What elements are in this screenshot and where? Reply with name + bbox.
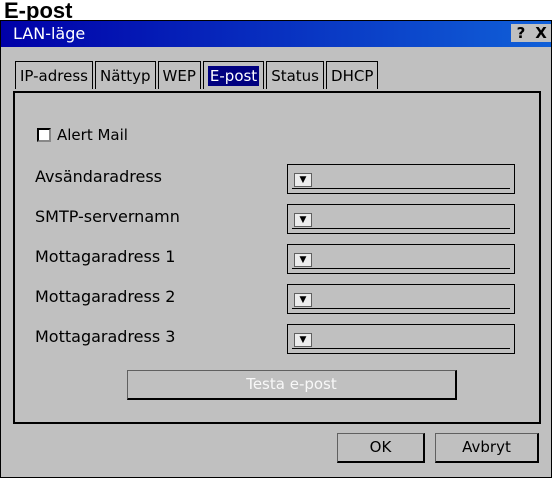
lan-mode-dialog: LAN-läge ? X IP-adress Nättyp WEP E-post… — [0, 20, 552, 478]
tab-status[interactable]: Status — [266, 61, 325, 89]
tab-label: WEP — [162, 67, 196, 85]
recipient-address-2-label: Mottagaradress 2 — [35, 287, 176, 306]
dropdown-arrow-icon[interactable]: ▼ — [294, 293, 312, 307]
tab-dhcp[interactable]: DHCP — [326, 61, 379, 89]
close-icon[interactable]: X — [531, 24, 551, 42]
tab-nattyp[interactable]: Nättyp — [94, 61, 156, 89]
dropdown-arrow-icon[interactable]: ▼ — [294, 253, 312, 267]
alert-mail-label: Alert Mail — [57, 126, 128, 144]
tab-label: IP-adress — [20, 67, 88, 85]
recipient-address-3-label: Mottagaradress 3 — [35, 327, 176, 346]
tab-ip-adress[interactable]: IP-adress — [15, 61, 93, 89]
recipient-address-1-label: Mottagaradress 1 — [35, 247, 176, 266]
dropdown-arrow-icon[interactable]: ▼ — [294, 333, 312, 347]
field-underline — [292, 209, 510, 229]
sender-address-field[interactable]: ▼ — [287, 164, 515, 194]
ok-button[interactable]: OK — [337, 433, 425, 463]
alert-mail-row[interactable]: Alert Mail — [37, 125, 128, 145]
tab-label: DHCP — [331, 67, 374, 85]
dropdown-arrow-icon[interactable]: ▼ — [294, 173, 312, 187]
tab-label: Nättyp — [99, 67, 151, 85]
tab-label: E-post — [207, 66, 260, 86]
tab-e-post[interactable]: E-post — [202, 61, 265, 89]
smtp-server-field[interactable]: ▼ — [287, 204, 515, 234]
test-email-button[interactable]: Testa e-post — [127, 370, 457, 400]
tab-bar: IP-adress Nättyp WEP E-post Status DHCP — [15, 61, 380, 91]
title-bar: LAN-läge ? X — [1, 21, 551, 47]
field-underline — [292, 169, 510, 189]
sender-address-label: Avsändaradress — [35, 167, 162, 186]
window-title: LAN-läge — [13, 24, 86, 43]
page-heading: E-post — [4, 0, 73, 23]
smtp-server-label: SMTP-servernamn — [35, 207, 180, 226]
cancel-button[interactable]: Avbryt — [435, 433, 539, 463]
e-post-panel: Alert Mail Avsändaradress ▼ SMTP-servern… — [13, 91, 541, 424]
help-icon[interactable]: ? — [511, 24, 531, 42]
dropdown-arrow-icon[interactable]: ▼ — [294, 213, 312, 227]
recipient-address-1-field[interactable]: ▼ — [287, 244, 515, 274]
field-underline — [292, 289, 510, 309]
recipient-address-3-field[interactable]: ▼ — [287, 324, 515, 354]
field-underline — [292, 249, 510, 269]
alert-mail-checkbox[interactable] — [37, 128, 51, 142]
field-underline — [292, 329, 510, 349]
tab-label: Status — [271, 67, 320, 85]
recipient-address-2-field[interactable]: ▼ — [287, 284, 515, 314]
tab-wep[interactable]: WEP — [157, 61, 201, 89]
